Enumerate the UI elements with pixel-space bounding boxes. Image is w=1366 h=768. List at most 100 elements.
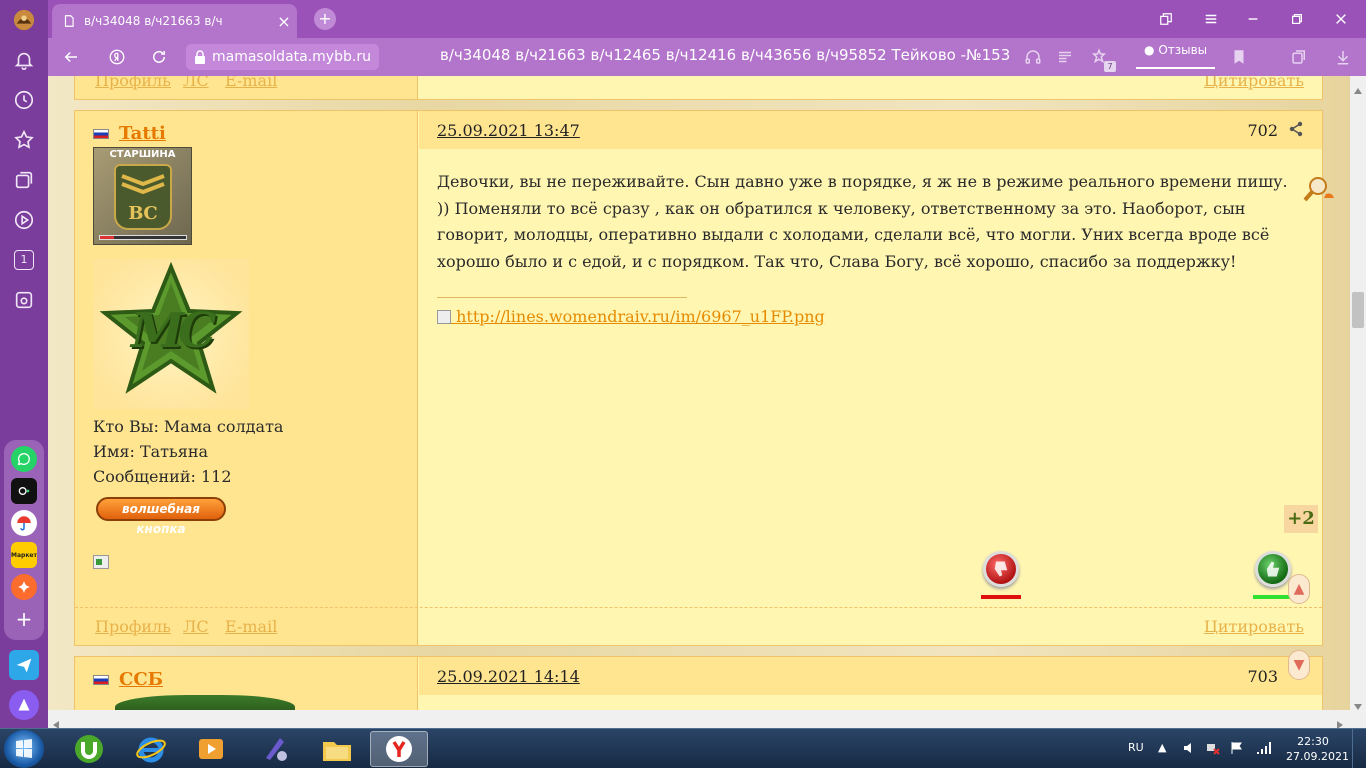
yandex-logo-icon[interactable] bbox=[104, 44, 130, 70]
history-icon[interactable] bbox=[9, 85, 39, 115]
next-post-date-link[interactable]: 25.09.2021 14:14 bbox=[437, 667, 580, 686]
who-field: Кто Вы: Мама солдата bbox=[93, 417, 284, 436]
thumbs-down-icon bbox=[994, 561, 1008, 577]
vertical-scrollbar-thumb[interactable] bbox=[1352, 292, 1364, 328]
scroll-left-arrow-icon[interactable] bbox=[52, 715, 60, 729]
collections-icon[interactable] bbox=[9, 165, 39, 195]
horizontal-scrollbar[interactable] bbox=[48, 710, 1366, 729]
tab-close-icon[interactable]: × bbox=[271, 12, 297, 31]
quote-link[interactable]: Цитировать bbox=[1204, 617, 1304, 636]
prev-profile-link[interactable]: Профиль bbox=[95, 76, 171, 90]
internet-explorer-taskbar-icon[interactable] bbox=[122, 731, 180, 767]
dislike-button[interactable] bbox=[983, 551, 1019, 587]
domain-chip[interactable]: mamasoldata.mybb.ru bbox=[186, 44, 379, 70]
tab-active[interactable]: в/ч34048 в/ч21663 в/ч × bbox=[52, 4, 297, 38]
next-forum-post: ССБ 25.09.2021 14:14 703 bbox=[74, 656, 1323, 710]
share-icon[interactable] bbox=[1288, 121, 1304, 137]
show-desktop-button[interactable] bbox=[1352, 729, 1366, 768]
signal-icon[interactable] bbox=[1256, 741, 1272, 758]
restore-icon[interactable] bbox=[1284, 6, 1310, 32]
next-post-banner bbox=[115, 695, 295, 710]
bell-icon[interactable] bbox=[9, 45, 39, 75]
counter-badge-icon[interactable]: 1 bbox=[9, 245, 39, 275]
volume-icon[interactable] bbox=[1182, 741, 1196, 758]
tab-title: в/ч34048 в/ч21663 в/ч bbox=[84, 14, 223, 28]
media-player-taskbar-icon[interactable] bbox=[182, 731, 240, 767]
messenger-icon[interactable] bbox=[9, 650, 39, 680]
pm-link[interactable]: ЛС bbox=[183, 617, 209, 636]
avatar-logo-text: МС bbox=[131, 303, 216, 359]
prev-quote-link[interactable]: Цитировать bbox=[1204, 76, 1304, 90]
alice-camera-icon[interactable] bbox=[11, 478, 37, 504]
back-arrow-icon[interactable] bbox=[58, 44, 84, 70]
domain-text: mamasoldata.mybb.ru bbox=[212, 49, 371, 65]
whatsapp-icon[interactable] bbox=[11, 446, 37, 472]
address-page-title[interactable]: в/ч34048 в/ч21663 в/ч12465 в/ч12416 в/ч4… bbox=[440, 46, 1010, 64]
screenshot-icon[interactable] bbox=[9, 285, 39, 315]
signature-image-link[interactable]: http://lines.womendraiv.ru/im/6967_u1FP.… bbox=[437, 307, 825, 326]
zen-icon[interactable] bbox=[11, 574, 37, 600]
next-post-header: 25.09.2021 14:14 703 bbox=[419, 657, 1322, 695]
collections-add-icon[interactable] bbox=[1288, 46, 1310, 68]
windows-logo-icon bbox=[16, 739, 32, 758]
rating-badge: +2 bbox=[1284, 505, 1318, 533]
headphones-icon[interactable] bbox=[1022, 46, 1044, 68]
reload-icon[interactable] bbox=[146, 44, 172, 70]
post-author[interactable]: Tatti bbox=[119, 123, 166, 144]
document-icon bbox=[64, 15, 74, 27]
scroll-right-arrow-icon[interactable] bbox=[1336, 715, 1344, 729]
thumbs-up-icon bbox=[1266, 561, 1280, 577]
reviews-button[interactable]: ● Отзывы bbox=[1136, 43, 1216, 69]
profile-link[interactable]: Профиль bbox=[95, 617, 171, 636]
clock-date: 27.09.2021 bbox=[1286, 750, 1349, 763]
email-link[interactable]: E-mail bbox=[225, 617, 277, 636]
prev-pm-link[interactable]: ЛС bbox=[183, 76, 209, 90]
magic-button[interactable]: волшебная кнопка bbox=[96, 497, 226, 536]
app-taskbar-icon[interactable] bbox=[246, 731, 304, 767]
yandex-browser-taskbar-icon[interactable] bbox=[370, 731, 428, 767]
vertical-scrollbar[interactable] bbox=[1350, 76, 1366, 710]
system-clock[interactable]: 22:30 27.09.2021 bbox=[1286, 734, 1349, 764]
add-app-icon[interactable]: + bbox=[11, 606, 37, 632]
dislike-bar bbox=[981, 595, 1021, 599]
like-button[interactable] bbox=[1255, 551, 1291, 587]
market-icon[interactable]: Маркет bbox=[11, 542, 37, 568]
scroll-up-button[interactable]: ▲ bbox=[1288, 574, 1310, 604]
post-author-panel: Tatti СТАРШИНА ВС МС Кто Вы: Мама солдат… bbox=[75, 111, 418, 645]
alice-icon[interactable] bbox=[9, 690, 39, 720]
broken-image-icon bbox=[437, 310, 451, 324]
scroll-up-arrow-icon[interactable] bbox=[1353, 80, 1363, 94]
bookmark-icon[interactable] bbox=[1228, 46, 1250, 68]
scroll-down-button[interactable]: ▼ bbox=[1288, 650, 1310, 680]
start-button[interactable] bbox=[4, 730, 44, 768]
weather-umbrella-icon[interactable] bbox=[11, 510, 37, 536]
new-tab-button[interactable]: + bbox=[314, 8, 336, 30]
tabs-switch-icon[interactable] bbox=[1153, 6, 1179, 32]
clock-time: 22:30 bbox=[1297, 735, 1329, 748]
prev-email-link[interactable]: E-mail bbox=[225, 76, 277, 90]
flag-tray-icon[interactable] bbox=[1230, 741, 1244, 758]
rank-letters: ВС bbox=[128, 203, 158, 224]
utorrent-taskbar-icon[interactable] bbox=[60, 731, 118, 767]
like-bar bbox=[1253, 595, 1293, 599]
menu-icon[interactable] bbox=[1198, 6, 1224, 32]
tabs-counter-icon[interactable]: 7 bbox=[1088, 46, 1116, 72]
scroll-down-arrow-icon[interactable] bbox=[1353, 696, 1363, 710]
chat-bubble-icon: ● bbox=[1144, 43, 1155, 57]
tray-expand-icon[interactable]: ▲ bbox=[1158, 741, 1166, 754]
language-indicator[interactable]: RU bbox=[1128, 741, 1144, 754]
next-post-author-panel: ССБ bbox=[75, 657, 418, 710]
network-icon[interactable] bbox=[1206, 741, 1220, 758]
play-icon[interactable] bbox=[9, 205, 39, 235]
page-viewport: Профиль ЛС E-mail Цитировать Tatti СТАРШ… bbox=[48, 76, 1350, 710]
magnifier-decoration-icon bbox=[1302, 176, 1336, 204]
next-post-author[interactable]: ССБ bbox=[119, 669, 163, 690]
reader-mode-icon[interactable] bbox=[1054, 46, 1076, 68]
post-date-link[interactable]: 25.09.2021 13:47 bbox=[437, 121, 580, 140]
minimize-icon[interactable] bbox=[1240, 6, 1266, 32]
close-window-icon[interactable] bbox=[1328, 6, 1354, 32]
download-icon[interactable] bbox=[1332, 46, 1354, 68]
file-explorer-taskbar-icon[interactable] bbox=[308, 731, 366, 767]
yandex-avatar-icon[interactable] bbox=[9, 5, 39, 35]
star-icon[interactable] bbox=[9, 125, 39, 155]
